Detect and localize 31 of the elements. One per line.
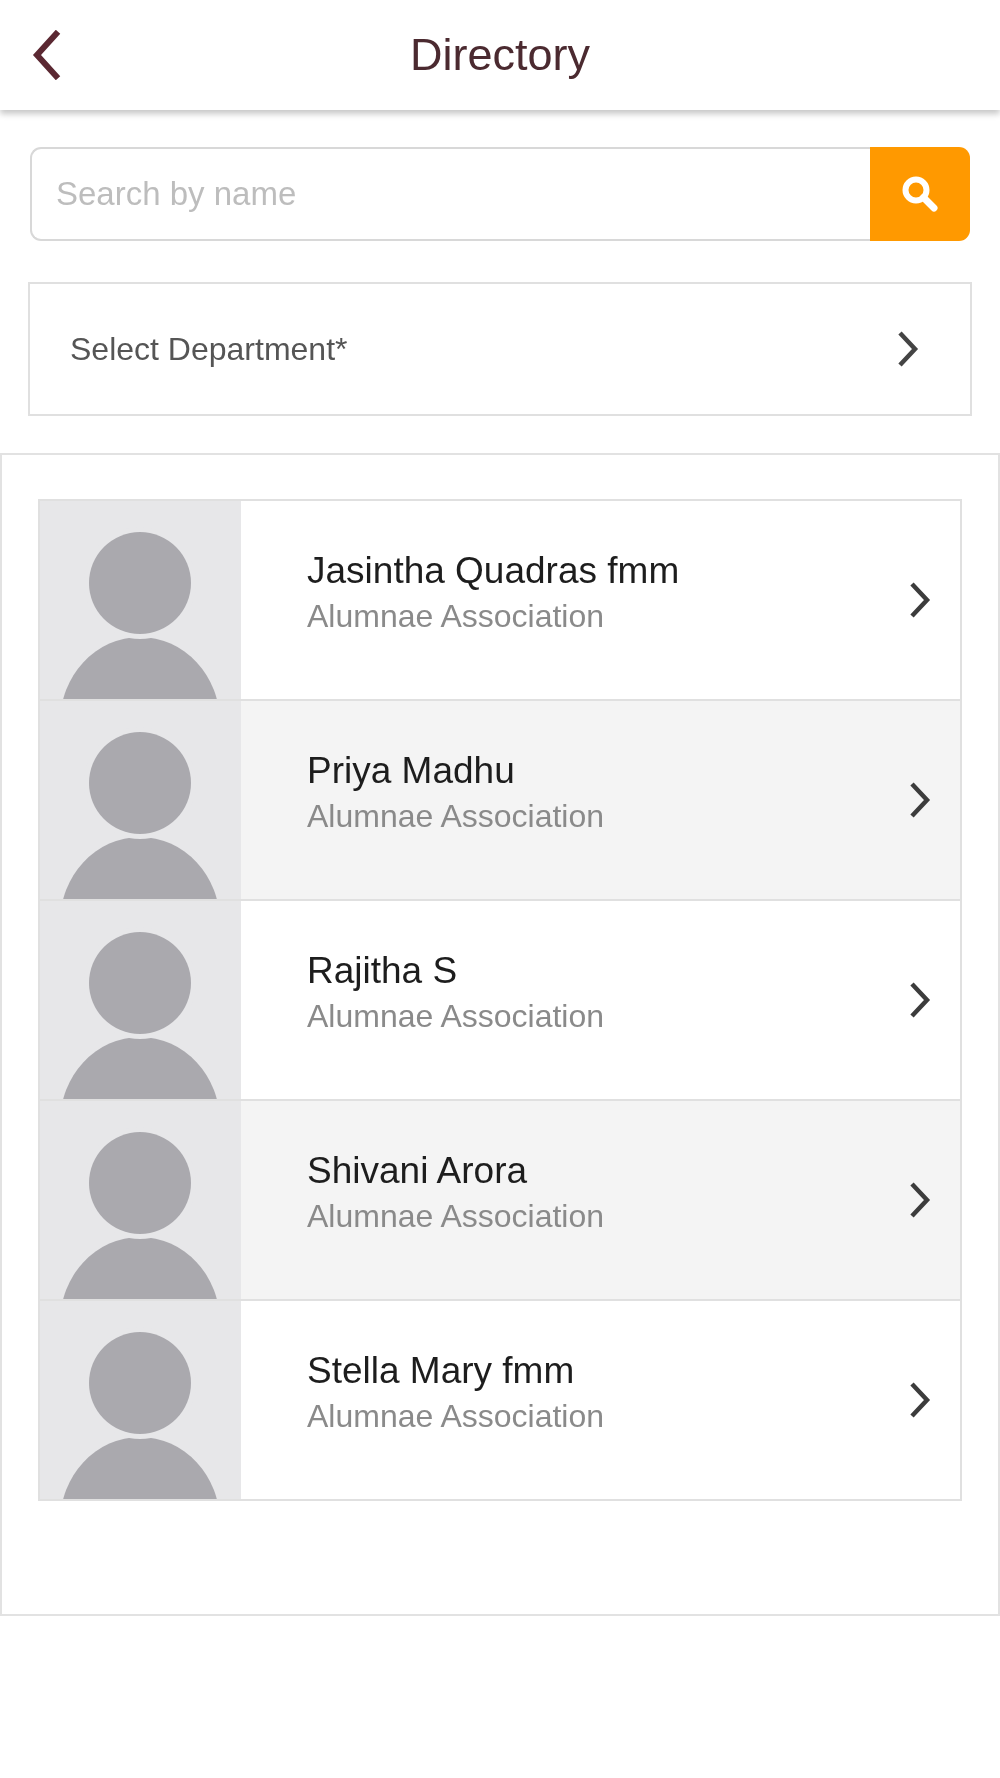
chevron-right-icon — [908, 1180, 932, 1220]
chevron-right-icon — [908, 580, 932, 620]
avatar-icon — [40, 701, 241, 899]
page-title: Directory — [410, 28, 590, 82]
avatar-icon — [40, 901, 241, 1099]
search-icon — [901, 175, 939, 213]
contact-row[interactable]: Stella Mary fmm Alumnae Association — [38, 1301, 962, 1501]
chevron-right-icon — [908, 980, 932, 1020]
chevron-right-icon — [908, 780, 932, 820]
person-name: Priya Madhu — [307, 749, 516, 794]
chevron-right-icon — [908, 1380, 932, 1420]
department-select[interactable]: Select Department* — [28, 282, 972, 416]
person-name: Rajitha S — [307, 949, 459, 994]
contact-row[interactable]: Shivani Arora Alumnae Association — [38, 1101, 962, 1301]
person-name: Jasintha Quadras fmm — [307, 549, 681, 594]
department-name: Alumnae Association — [307, 596, 606, 636]
avatar-icon — [40, 501, 241, 699]
contact-row[interactable]: Priya Madhu Alumnae Association — [38, 701, 962, 901]
person-name: Stella Mary fmm — [307, 1349, 576, 1394]
chevron-left-icon — [30, 30, 62, 80]
department-name: Alumnae Association — [307, 996, 606, 1036]
contact-row[interactable]: Jasintha Quadras fmm Alumnae Association — [38, 499, 962, 701]
avatar-icon — [40, 1301, 241, 1499]
avatar-icon — [40, 1101, 241, 1299]
chevron-right-icon — [896, 329, 920, 369]
person-name: Shivani Arora — [307, 1149, 529, 1194]
search-field[interactable]: Search by name — [30, 147, 871, 241]
department-name: Alumnae Association — [307, 1396, 606, 1436]
department-name: Alumnae Association — [307, 796, 606, 836]
department-name: Alumnae Association — [307, 1196, 606, 1236]
contact-row[interactable]: Rajitha S Alumnae Association — [38, 901, 962, 1101]
